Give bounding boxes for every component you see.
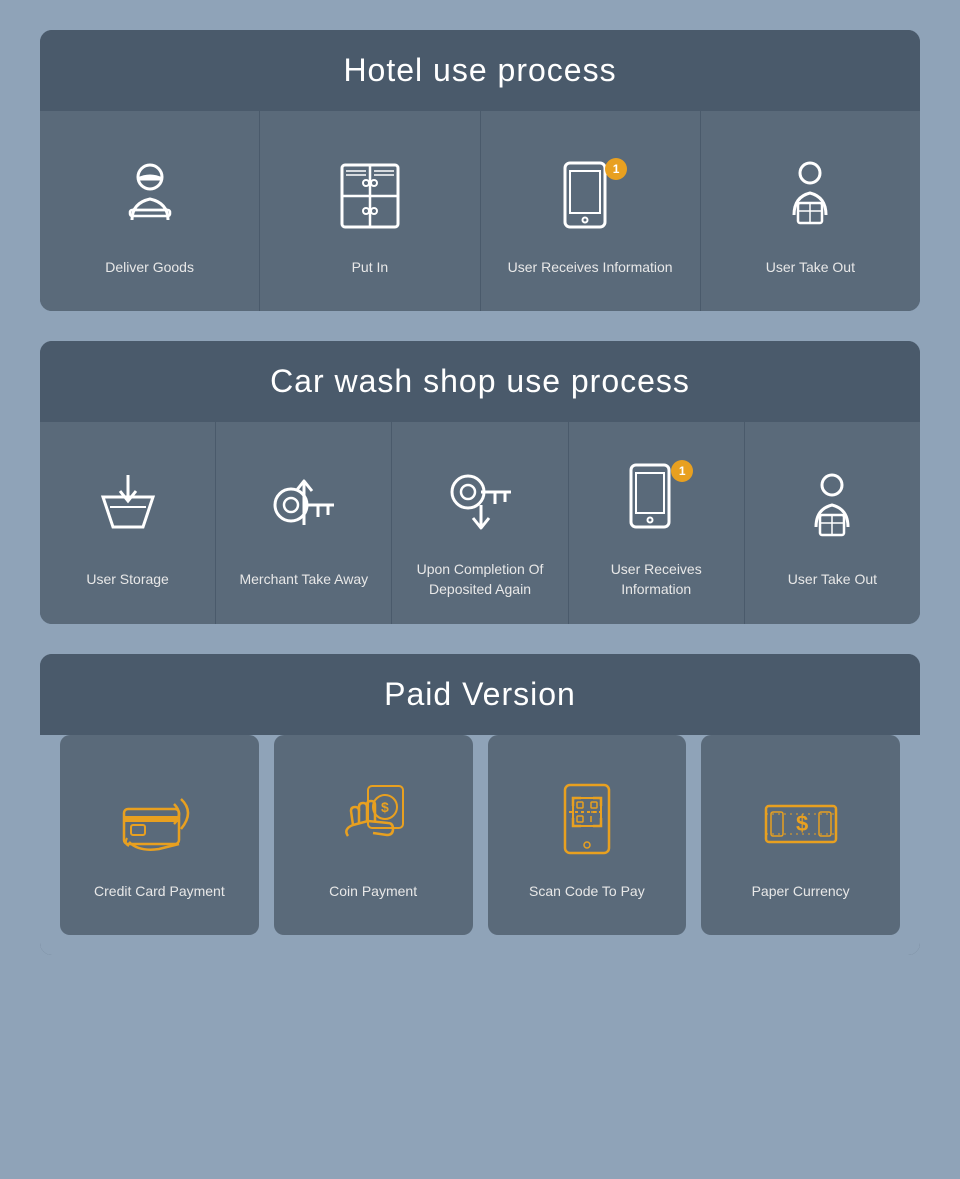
carwash-item-user-storage: User Storage: [40, 422, 216, 624]
carwash-user-take-out-label: User Take Out: [788, 570, 877, 590]
carwash-item-user-take-out: User Take Out: [745, 422, 920, 624]
paid-item-coin: $ Coin Payment: [274, 735, 473, 935]
hotel-item-put-in: Put In: [260, 111, 480, 311]
hotel-item-user-take-out: User Take Out: [701, 111, 920, 311]
paper-currency-label: Paper Currency: [752, 882, 850, 902]
user-receives-label: User Receives Information: [508, 258, 673, 278]
user-receives-icon-container: 1: [545, 150, 635, 240]
carwash-item-user-receives: 1 User Receives Information: [569, 422, 745, 624]
coin-icon-container: $: [328, 774, 418, 864]
svg-text:$: $: [381, 799, 389, 815]
merchant-take-label: Merchant Take Away: [239, 570, 368, 590]
merchant-take-icon-container: [259, 462, 349, 552]
user-storage-label: User Storage: [86, 570, 168, 590]
paid-item-scan-code: Scan Code To Pay: [488, 735, 687, 935]
hotel-section: Hotel use process Deliver Goods: [40, 30, 920, 311]
carwash-user-receives-label: User Receives Information: [584, 560, 729, 599]
paid-header: Paid Version: [40, 654, 920, 735]
hotel-items-row: Deliver Goods: [40, 111, 920, 311]
hotel-item-user-receives: 1 User Receives Information: [481, 111, 701, 311]
user-take-out-icon: [770, 155, 850, 235]
scan-code-icon: [547, 780, 627, 858]
paid-section: Paid Version: [40, 654, 920, 955]
merchant-take-icon: [266, 467, 341, 547]
paid-title: Paid Version: [60, 676, 900, 713]
carwash-section: Car wash shop use process User Storage: [40, 341, 920, 624]
deliver-goods-icon-container: [105, 150, 195, 240]
carwash-items-row: User Storage Merchant Tak: [40, 422, 920, 624]
credit-card-icon-container: [114, 774, 204, 864]
user-storage-icon: [88, 467, 168, 547]
coin-label: Coin Payment: [329, 882, 417, 902]
paid-items-row: Credit Card Payment $ Coin Payment: [40, 735, 920, 955]
deliver-goods-icon: [110, 155, 190, 235]
deposited-label: Upon Completion Of Deposited Again: [407, 560, 552, 599]
user-take-out-label: User Take Out: [766, 258, 855, 278]
carwash-header: Car wash shop use process: [40, 341, 920, 422]
scan-code-icon-container: [542, 774, 632, 864]
paper-currency-icon: $: [761, 784, 841, 854]
carwash-item-merchant-take: Merchant Take Away: [216, 422, 392, 624]
paid-item-credit-card: Credit Card Payment: [60, 735, 259, 935]
carwash-user-take-out-icon-container: [787, 462, 877, 552]
hotel-title: Hotel use process: [60, 52, 900, 89]
deposited-icon-container: [435, 452, 525, 542]
paid-item-paper-currency: $ Paper Currency: [701, 735, 900, 935]
user-take-out-icon-container: [765, 150, 855, 240]
scan-code-label: Scan Code To Pay: [529, 882, 645, 902]
hotel-item-deliver-goods: Deliver Goods: [40, 111, 260, 311]
hotel-header: Hotel use process: [40, 30, 920, 111]
carwash-user-receives-icon-container: 1: [611, 452, 701, 542]
hotel-notification-badge: 1: [605, 158, 627, 180]
credit-card-icon: [119, 784, 199, 854]
put-in-icon: [330, 155, 410, 235]
coin-icon: $: [333, 781, 413, 856]
carwash-item-deposited: Upon Completion Of Deposited Again: [392, 422, 568, 624]
paper-currency-icon-container: $: [756, 774, 846, 864]
deposited-icon: [443, 457, 518, 537]
carwash-title: Car wash shop use process: [60, 363, 900, 400]
credit-card-label: Credit Card Payment: [94, 882, 225, 902]
carwash-user-take-out-icon: [792, 467, 872, 547]
user-storage-icon-container: [83, 462, 173, 552]
svg-text:$: $: [796, 811, 808, 836]
put-in-label: Put In: [352, 258, 389, 278]
put-in-icon-container: [325, 150, 415, 240]
deliver-goods-label: Deliver Goods: [105, 258, 194, 278]
